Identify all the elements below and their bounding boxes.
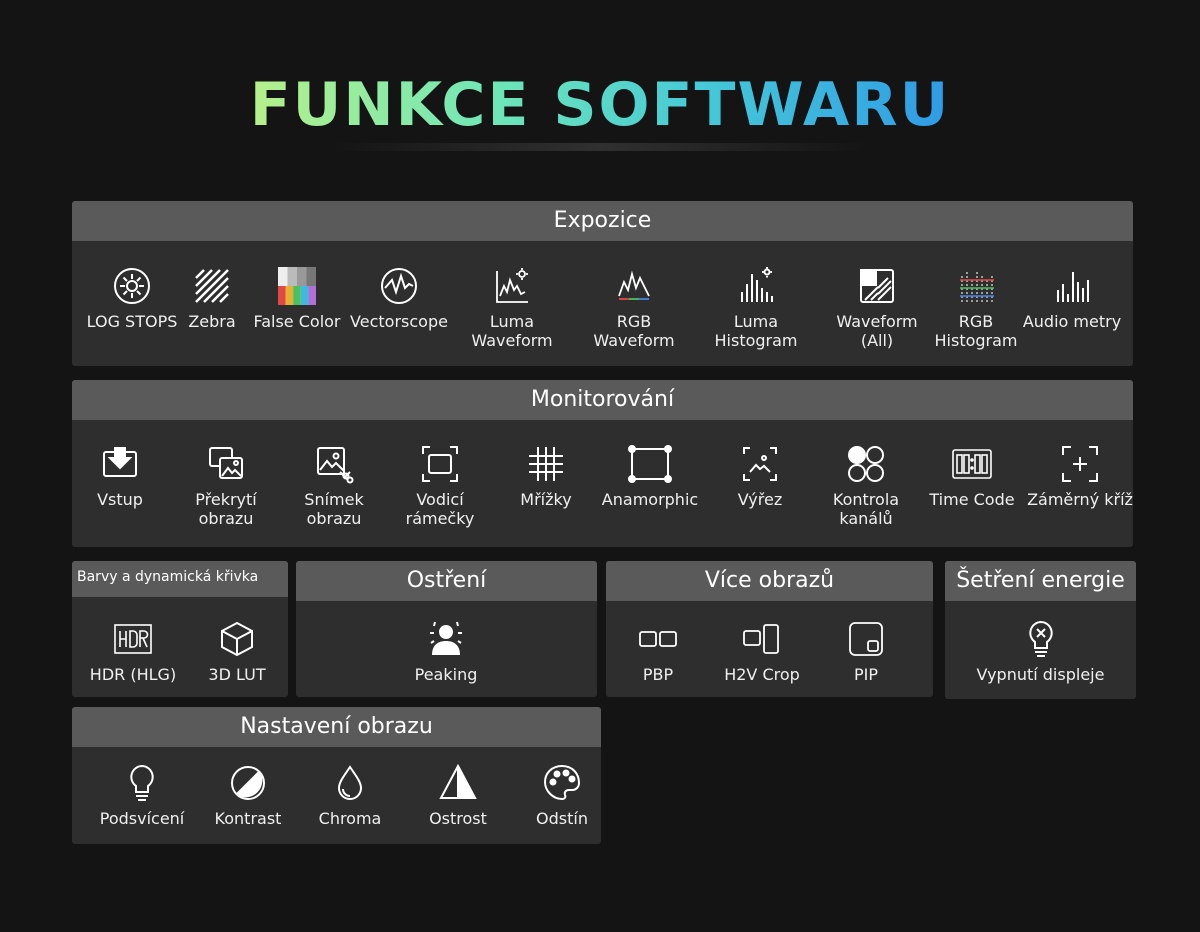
feature-input[interactable]: Vstup [72, 444, 168, 509]
feature-crosshair[interactable]: Záměrný kříž [1022, 444, 1133, 509]
feature-h2v-crop[interactable]: H2V Crop [712, 619, 812, 684]
panel-header: Nastavení obrazu [72, 707, 601, 747]
feature-zebra[interactable]: Zebra [182, 266, 242, 331]
panel-nastaveni-obrazu: Nastavení obrazu Podsvícení Kontrast Chr… [72, 707, 601, 844]
frame-guide-icon [422, 446, 458, 482]
feature-rgb-waveform[interactable]: RGB Waveform [579, 266, 689, 350]
palette-icon [543, 764, 581, 801]
feature-overlay[interactable]: Překrytí obrazu [176, 444, 276, 528]
input-icon [103, 447, 137, 477]
peaking-icon [430, 621, 462, 655]
channel-check-icon [848, 446, 884, 482]
luma-waveform-icon [496, 268, 528, 303]
sharpness-icon [439, 763, 477, 799]
feature-timecode[interactable]: Time Code [922, 444, 1022, 509]
feature-sharpness[interactable]: Ostrost [408, 763, 508, 828]
feature-audio-meter[interactable]: Audio metry [1017, 266, 1127, 331]
hdr-icon [114, 624, 152, 654]
feature-chroma[interactable]: Chroma [300, 763, 400, 828]
snapshot-icon [317, 447, 354, 484]
feature-luma-histogram[interactable]: Luma Histogram [701, 266, 811, 350]
feature-rgb-histogram[interactable]: RGB Histogram [921, 266, 1031, 350]
feature-pbp[interactable]: PBP [608, 619, 708, 684]
panel-header: Monitorování [72, 380, 1133, 420]
bulb-off-icon [1028, 620, 1053, 657]
title-reflection [330, 143, 870, 151]
vectorscope-icon [381, 268, 417, 304]
panel-header: Více obrazů [606, 561, 933, 601]
timecode-icon [952, 449, 992, 479]
feature-frame-guides[interactable]: Vodicí rámečky [390, 444, 490, 528]
false-color-icon [278, 267, 316, 305]
h2v-crop-icon [743, 624, 779, 654]
luma-histogram-icon [741, 267, 773, 302]
feature-3d-lut[interactable]: 3D LUT [187, 619, 287, 684]
panel-monitorovani: Monitorování Vstup Překrytí obrazu Sníme… [72, 380, 1133, 547]
lut-cube-icon [221, 621, 253, 657]
panel-ostreni: Ostření Peaking [296, 561, 597, 697]
feature-pip[interactable]: PIP [816, 619, 916, 684]
drop-icon [337, 765, 363, 800]
panel-header: Ostření [296, 561, 597, 601]
panel-vice-obrazu: Více obrazů PBP H2V Crop PIP [606, 561, 933, 697]
waveform-all-icon [860, 269, 894, 303]
page-title: FUNKCE SOFTWARU [249, 70, 951, 140]
grid-icon [529, 447, 563, 481]
panel-barvy: Barvy a dynamická křivka HDR (HLG) 3D LU… [72, 561, 288, 697]
feature-vectorscope[interactable]: Vectorscope [344, 266, 454, 331]
feature-hdr[interactable]: HDR (HLG) [80, 619, 186, 684]
rgb-waveform-icon [618, 270, 650, 300]
feature-log-stops[interactable]: LOG STOPS [77, 266, 187, 331]
feature-false-color[interactable]: False Color [247, 266, 347, 331]
panel-expozice: Expozice LOG STOPS Zebra False Color Vec… [72, 201, 1133, 366]
feature-contrast[interactable]: Kontrast [198, 763, 298, 828]
feature-backlight[interactable]: Podsvícení [92, 763, 192, 828]
contrast-icon [231, 766, 265, 800]
audio-meter-icon [1057, 272, 1089, 302]
crop-icon [743, 447, 777, 481]
crosshair-icon [1062, 446, 1098, 482]
feature-luma-waveform[interactable]: Luma Waveform [457, 266, 567, 350]
feature-waveform-all[interactable]: Waveform (All) [822, 266, 932, 350]
feature-display-off[interactable]: Vypnutí displeje [945, 619, 1136, 684]
feature-anamorphic[interactable]: Anamorphic [594, 444, 706, 509]
feature-snapshot[interactable]: Snímek obrazu [284, 444, 384, 528]
panel-header: Barvy a dynamická křivka [72, 561, 288, 597]
pip-icon [849, 622, 883, 656]
feature-channel-check[interactable]: Kontrola kanálů [816, 444, 916, 528]
panel-header: Šetření energie [945, 561, 1136, 601]
bulb-icon [130, 764, 154, 801]
panel-header: Expozice [72, 201, 1133, 241]
rgb-histogram-icon [960, 270, 994, 302]
feature-crop[interactable]: Výřez [710, 444, 810, 509]
zebra-icon [195, 269, 229, 303]
anamorphic-icon [628, 445, 672, 483]
pbp-icon [639, 631, 677, 647]
panel-setreni-energie: Šetření energie Vypnutí displeje [945, 561, 1136, 699]
feature-grid[interactable]: Mřížky [496, 444, 596, 509]
overlay-icon [209, 447, 243, 479]
feature-hue[interactable]: Odstín [512, 763, 601, 828]
feature-peaking[interactable]: Peaking [396, 619, 496, 684]
sun-icon [114, 268, 150, 304]
